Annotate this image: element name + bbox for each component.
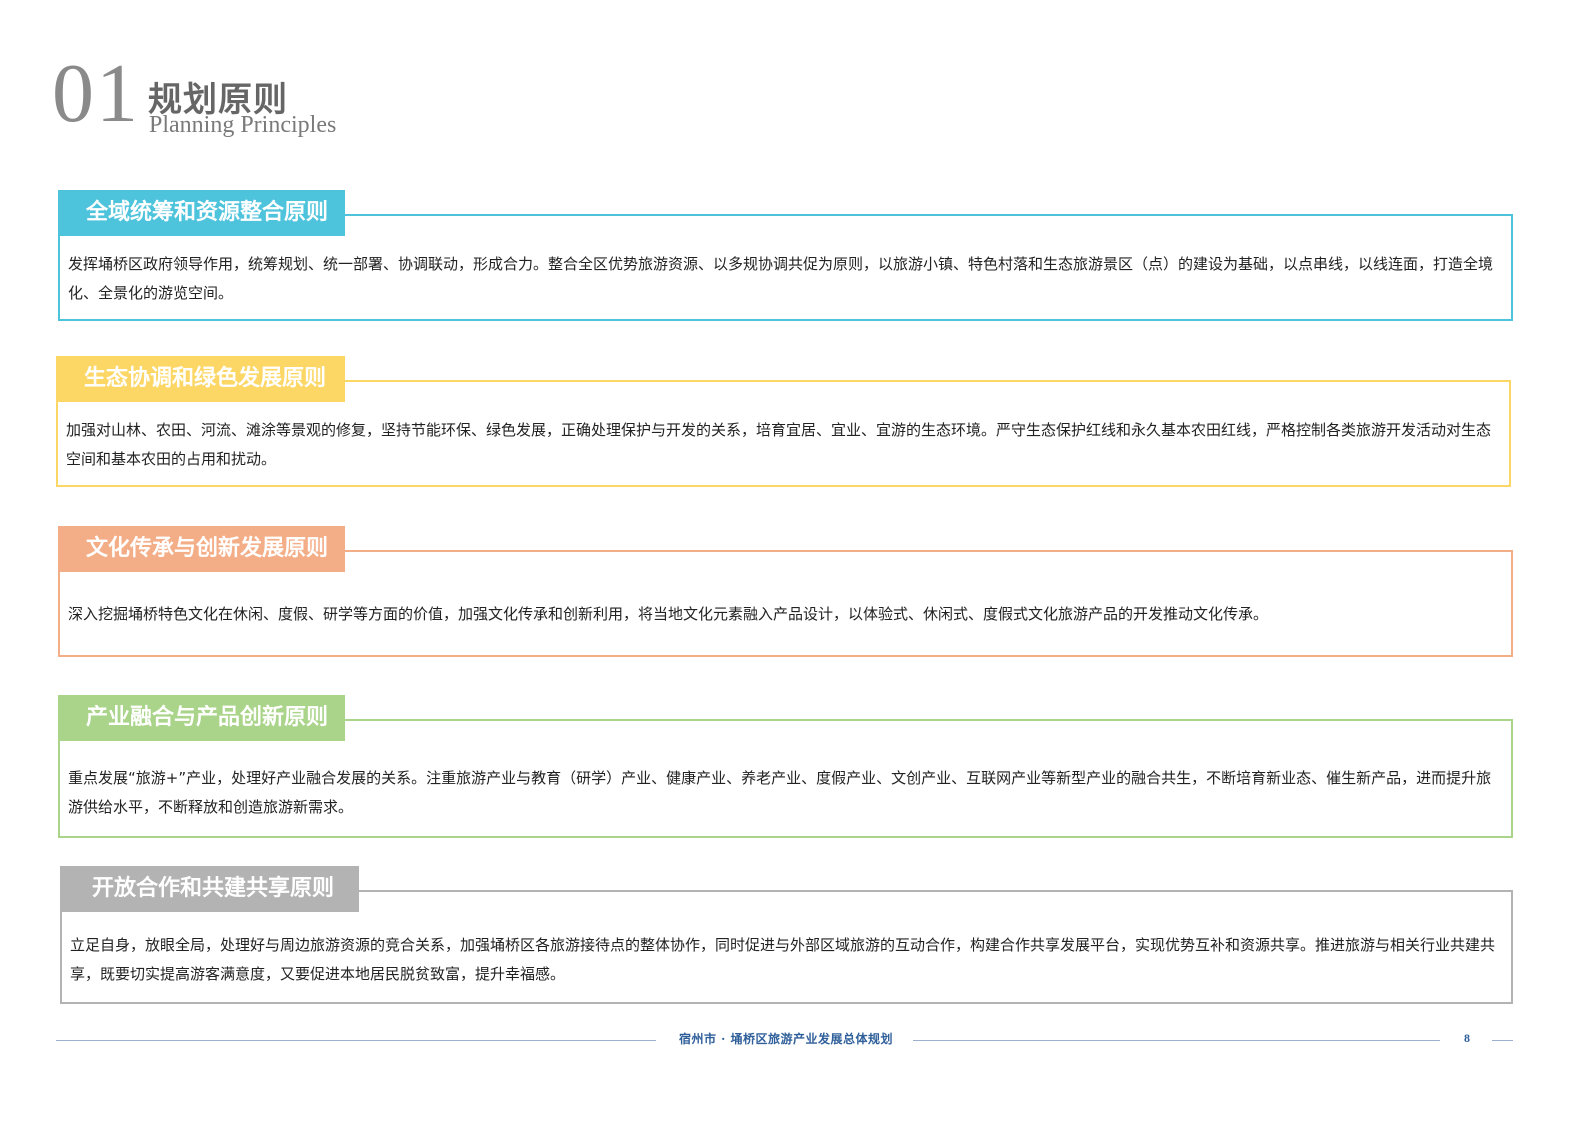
footer-rule-middle — [913, 1040, 1440, 1041]
footer-doc-title: 宿州市 · 埇桥区旅游产业发展总体规划 — [678, 1032, 894, 1046]
page-number: 8 — [1464, 1031, 1470, 1045]
principle-title-5: 开放合作和共建共享原则 — [60, 866, 359, 912]
page-subtitle: Planning Principles — [149, 112, 337, 138]
footer-rule-left — [56, 1040, 656, 1041]
principle-text-1: 发挥埇桥区政府领导作用，统筹规划、统一部署、协调联动，形成合力。整合全区优势旅游… — [68, 255, 1494, 302]
footer-rule-right — [1492, 1040, 1513, 1041]
principle-text-2: 加强对山林、农田、河流、滩涂等景观的修复，坚持节能环保、绿色发展，正确处理保护与… — [66, 421, 1492, 468]
section-number: 01 — [52, 47, 140, 140]
principle-title-2: 生态协调和绿色发展原则 — [56, 356, 345, 402]
principle-title-1: 全域统筹和资源整合原则 — [58, 190, 345, 236]
principle-text-4: 重点发展“旅游+”产业，处理好产业融合发展的关系。注重旅游产业与教育（研学）产业… — [68, 769, 1492, 816]
principle-title-3: 文化传承与创新发展原则 — [58, 526, 345, 572]
principle-title-4: 产业融合与产品创新原则 — [58, 695, 345, 741]
principle-text-5: 立足自身，放眼全局，处理好与周边旅游资源的竞合关系，加强埇桥区各旅游接待点的整体… — [70, 936, 1496, 983]
principle-text-3: 深入挖掘埇桥特色文化在休闲、度假、研学等方面的价值，加强文化传承和创新利用，将当… — [68, 605, 1269, 623]
